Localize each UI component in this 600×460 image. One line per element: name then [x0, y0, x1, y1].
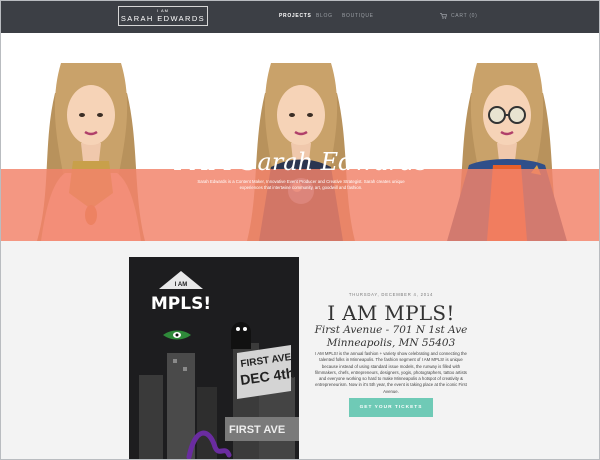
poster-artwork: I AM MPLS! FIRST AVE DEC 4th FIRST AVE — [129, 257, 299, 459]
cart-label: CART (0) — [451, 13, 478, 19]
event-venue: First Avenue - 701 N 1st Ave Minneapolis… — [314, 324, 468, 349]
poster-badge: I AM — [175, 282, 187, 288]
hero-title: I AM Sarah Edwards — [174, 148, 428, 176]
page-frame: I AM SARAH EDWARDS PROJECTS BLOG BOUTIQU… — [0, 0, 600, 460]
hero-section — [1, 33, 599, 241]
shopping-cart-icon — [440, 13, 447, 19]
hero-description: Sarah Edwards is a Content Maker, Innova… — [197, 179, 405, 190]
nav-item-blog[interactable]: BLOG — [316, 13, 333, 19]
event-poster[interactable]: I AM MPLS! FIRST AVE DEC 4th FIRST AVE — [129, 257, 299, 459]
site-logo[interactable]: I AM SARAH EDWARDS — [118, 6, 208, 26]
poster-marquee: FIRST AVE — [229, 424, 285, 436]
nav-item-boutique[interactable]: BOUTIQUE — [342, 13, 374, 19]
event-description: I AM MPLS! is the annual fashion + varie… — [315, 351, 467, 394]
logo-name: SARAH EDWARDS — [120, 14, 206, 23]
get-tickets-button[interactable]: GET YOUR TICKETS — [349, 398, 433, 417]
logo-tagline: I AM — [156, 8, 169, 13]
poster-headline: MPLS! — [151, 294, 211, 314]
cart-link[interactable]: CART (0) — [440, 12, 478, 20]
event-title: I AM MPLS! — [327, 301, 455, 325]
event-date: THURSDAY, DECEMBER 4, 2014 — [348, 292, 434, 297]
content-section — [1, 241, 599, 459]
site-header: I AM SARAH EDWARDS PROJECTS BLOG BOUTIQU… — [1, 1, 599, 33]
nav-item-projects[interactable]: PROJECTS — [279, 13, 312, 19]
